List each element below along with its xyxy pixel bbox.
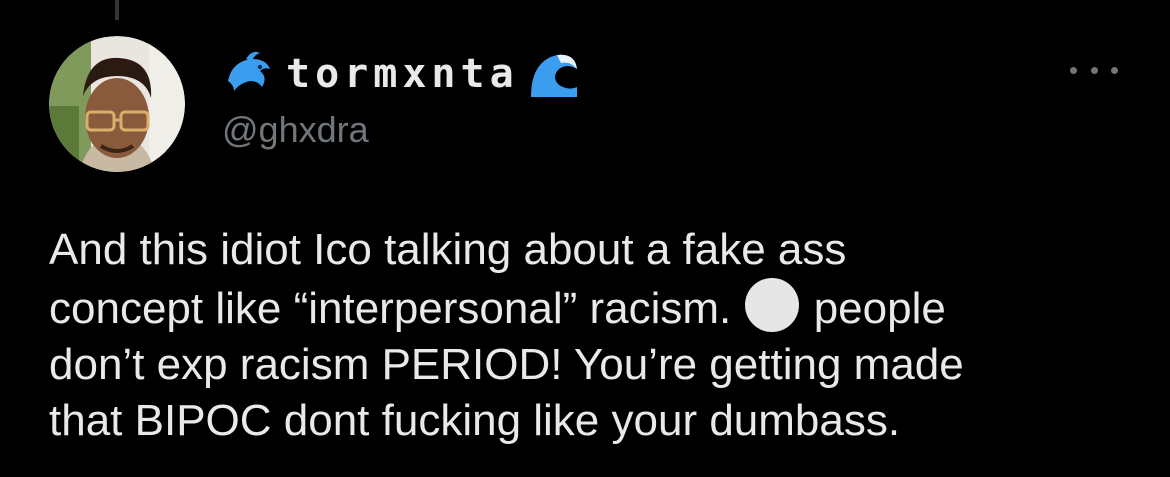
more-dot <box>1111 66 1118 74</box>
more-options-icon[interactable] <box>1070 58 1118 82</box>
display-name: tormxnta <box>286 51 519 97</box>
wave-emoji-icon <box>527 47 581 101</box>
white-circle-emoji-icon <box>745 278 800 332</box>
more-dot <box>1070 66 1077 74</box>
dolphin-emoji-icon <box>222 47 276 101</box>
avatar[interactable] <box>49 36 185 172</box>
tweet-text: And this idiot Ico talking about a fake … <box>49 222 1139 449</box>
author-handle[interactable]: @ghxdra <box>222 108 369 151</box>
tweet-text-part1: And this idiot Ico talking about a fake … <box>49 225 847 333</box>
more-dot <box>1090 66 1098 74</box>
thread-connector-line <box>115 0 119 20</box>
author-name-row[interactable]: tormxnta <box>222 44 581 104</box>
